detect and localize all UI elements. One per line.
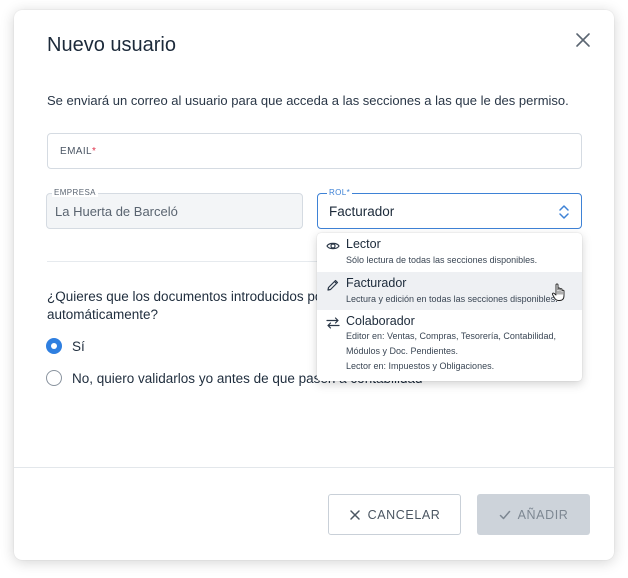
rol-option-facturador[interactable]: Facturador Lectura y edición en todas la…	[317, 272, 582, 310]
empresa-label: EMPRESA	[52, 188, 98, 197]
add-button[interactable]: AÑADIR	[477, 494, 590, 535]
footer-divider	[14, 467, 614, 468]
hand-cursor-icon	[551, 282, 567, 302]
rol-label: ROL*	[327, 188, 353, 197]
rol-option-lector[interactable]: Lector Sólo lectura de todas las seccion…	[317, 233, 582, 271]
cancel-button-label: CANCELAR	[367, 507, 441, 522]
close-icon[interactable]	[573, 30, 593, 50]
empresa-field: La Huerta de Barceló	[46, 193, 303, 229]
swap-arrows-icon	[326, 316, 340, 330]
email-field[interactable]: EMAIL*	[47, 133, 582, 169]
validation-question: ¿Quieres que los documentos introducidos…	[47, 289, 327, 322]
rol-option-desc: Lectura y edición en todas las secciones…	[346, 294, 558, 304]
rol-select[interactable]: Facturador	[317, 193, 582, 229]
rol-option-desc: Módulos y Doc. Pendientes.	[346, 346, 459, 356]
rol-option-title: Colaborador	[346, 314, 415, 328]
dialog-description: Se enviará un correo al usuario para que…	[47, 93, 569, 108]
radio-button-unchecked[interactable]	[46, 370, 62, 386]
close-icon	[349, 509, 361, 521]
radio-label-si: Sí	[72, 338, 85, 354]
radio-option-si[interactable]: Sí	[46, 337, 85, 355]
pencil-icon	[326, 278, 340, 292]
empresa-value: La Huerta de Barceló	[55, 204, 178, 219]
check-icon	[499, 509, 511, 521]
rol-option-desc: Lector en: Impuestos y Obligaciones.	[346, 361, 495, 371]
rol-value: Facturador	[329, 204, 395, 219]
rol-option-title: Lector	[346, 237, 381, 251]
email-label: EMAIL*	[60, 146, 97, 157]
add-button-label: AÑADIR	[517, 507, 569, 522]
rol-dropdown-menu: Lector Sólo lectura de todas las seccion…	[317, 233, 582, 381]
dialog-title: Nuevo usuario	[47, 34, 176, 56]
chevron-updown-icon	[558, 202, 570, 222]
rol-option-desc: Sólo lectura de todas las secciones disp…	[346, 255, 538, 265]
rol-option-desc: Editor en: Ventas, Compras, Tesorería, C…	[346, 331, 556, 341]
eye-icon	[326, 239, 340, 253]
rol-option-title: Facturador	[346, 276, 407, 290]
radio-button-checked[interactable]	[46, 338, 62, 354]
cancel-button[interactable]: CANCELAR	[328, 494, 461, 535]
rol-option-colaborador[interactable]: Colaborador Editor en: Ventas, Compras, …	[317, 311, 582, 381]
